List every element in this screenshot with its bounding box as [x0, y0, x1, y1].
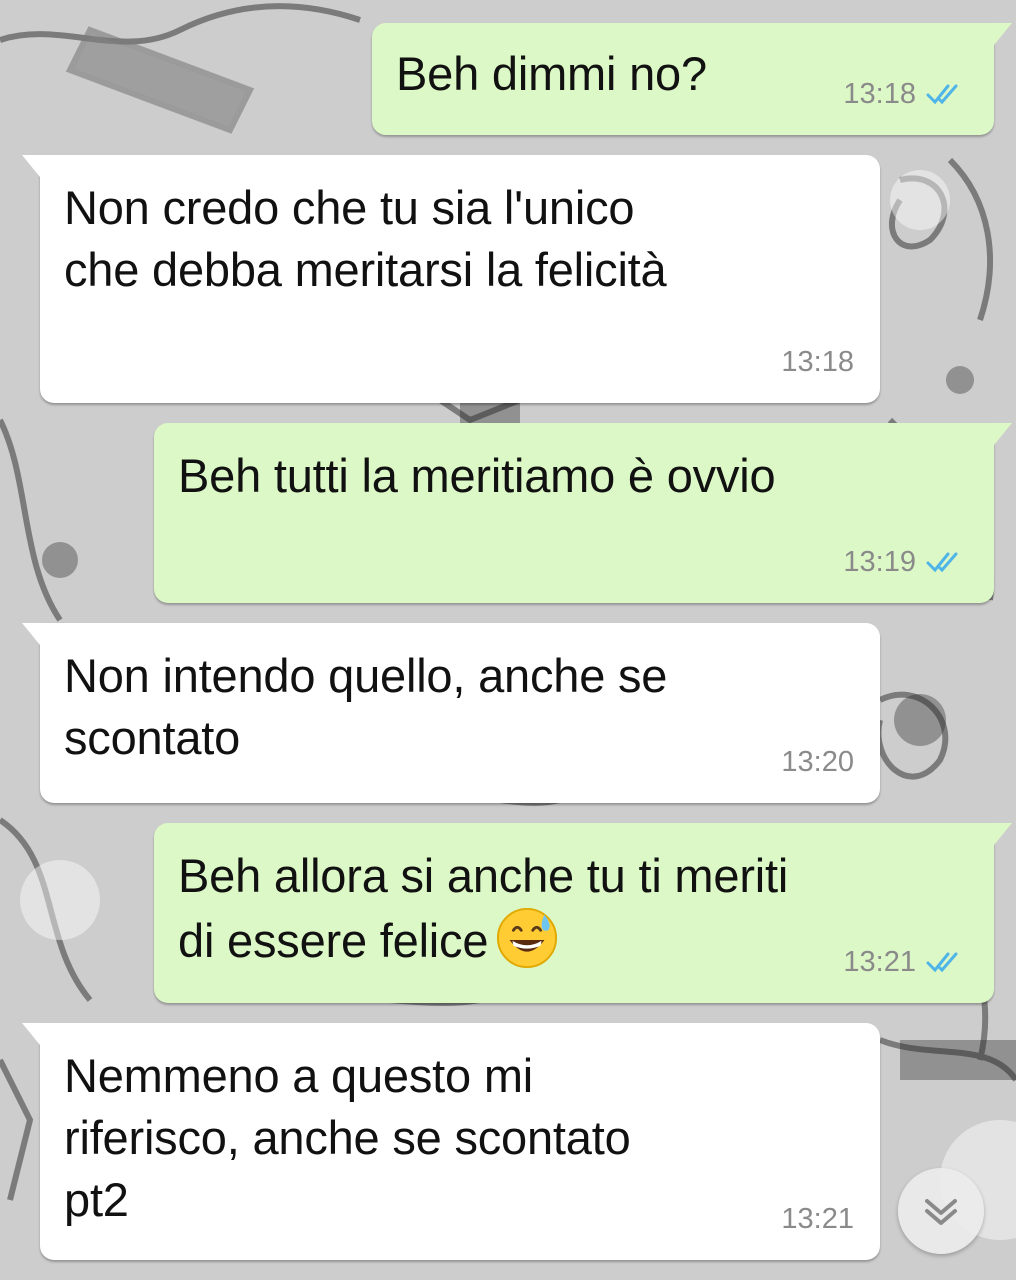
message-meta: 13:21 [781, 1188, 854, 1250]
message-meta: 13:21 [843, 931, 968, 993]
message-time: 13:20 [781, 746, 854, 778]
message-text-content: Beh allora si anche tu ti meriti di esse… [178, 849, 789, 967]
chat-message-list[interactable]: Beh dimmi no? 13:18 Non credo che tu sia… [0, 0, 1016, 1280]
message-text: Nemmeno a questo mi riferisco, anche se … [64, 1049, 631, 1226]
message-meta: 13:19 [843, 531, 968, 593]
message-text: Beh allora si anche tu ti meriti di esse… [178, 845, 788, 972]
double-check-icon [926, 552, 958, 573]
message-time: 13:18 [781, 346, 854, 378]
message-text: Beh tutti la meritiamo è ovvio [178, 449, 776, 502]
message-meta: 13:18 [781, 331, 854, 393]
message-bubble-incoming[interactable]: Non intendo quello, anche se scontato 13… [22, 623, 880, 803]
message-time: 13:19 [843, 546, 916, 578]
message-time: 13:21 [781, 1203, 854, 1235]
message-bubble-outgoing[interactable]: Beh dimmi no? 13:18 [372, 23, 1012, 135]
message-bubble-outgoing[interactable]: Beh tutti la meritiamo è ovvio 13:19 [154, 423, 1012, 603]
message-bubble-outgoing[interactable]: Beh allora si anche tu ti meriti di esse… [154, 823, 1012, 1003]
message-text: Beh dimmi no? [396, 47, 707, 100]
double-check-icon [926, 84, 958, 105]
message-text: Non intendo quello, anche se scontato [64, 649, 668, 764]
message-meta: 13:18 [843, 63, 968, 125]
grinning-face-with-sweat-icon [497, 907, 558, 969]
message-time: 13:21 [843, 946, 916, 978]
message-text: Non credo che tu sia l'unico che debba m… [64, 181, 667, 296]
message-meta: 13:20 [781, 731, 854, 793]
message-bubble-incoming[interactable]: Non credo che tu sia l'unico che debba m… [22, 155, 880, 403]
message-time: 13:18 [843, 78, 916, 110]
chevron-double-down-icon [925, 1199, 957, 1225]
double-check-icon [926, 952, 958, 973]
message-bubble-incoming[interactable]: Nemmeno a questo mi riferisco, anche se … [22, 1023, 880, 1260]
scroll-to-bottom-button[interactable] [898, 1168, 984, 1254]
